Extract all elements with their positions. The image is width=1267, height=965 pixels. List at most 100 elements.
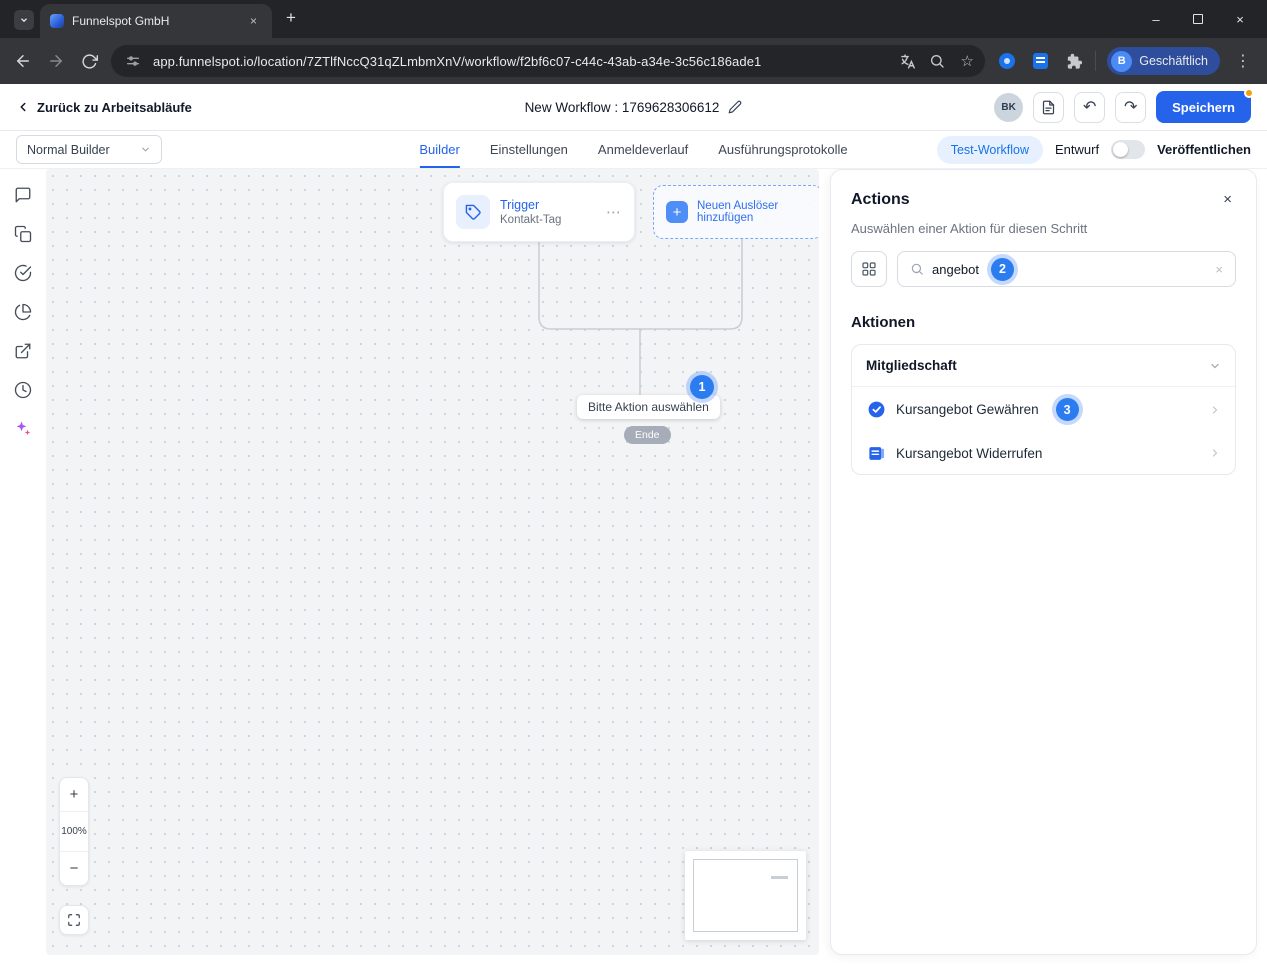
back-to-workflows-link[interactable]: Zurück zu Arbeitsabläufe bbox=[16, 100, 192, 115]
new-tab-button[interactable]: + bbox=[280, 8, 302, 28]
test-workflow-button[interactable]: Test-Workflow bbox=[936, 135, 1043, 164]
zoom-in-button[interactable]: + bbox=[60, 778, 88, 811]
comments-icon[interactable] bbox=[14, 186, 32, 204]
builder-mode-select[interactable]: Normal Builder bbox=[16, 135, 162, 164]
window-close-button[interactable]: × bbox=[1219, 0, 1261, 38]
panel-close-icon[interactable]: × bbox=[1219, 189, 1236, 210]
tab-title: Funnelspot GmbH bbox=[72, 14, 170, 28]
subnav-right: Test-Workflow Entwurf Veröffentlichen bbox=[936, 135, 1251, 164]
edit-pencil-icon[interactable] bbox=[728, 100, 742, 114]
redo-button[interactable]: ↷ bbox=[1115, 91, 1147, 123]
browser-titlebar: Funnelspot GmbH × + – × bbox=[0, 0, 1267, 38]
check-circle-icon[interactable] bbox=[14, 264, 32, 282]
blue-dot-icon bbox=[999, 53, 1016, 69]
address-bar[interactable]: app.funnelspot.io/location/7ZTlfNccQ31qZ… bbox=[111, 45, 986, 77]
browser-menu-icon[interactable]: ⋮ bbox=[1231, 51, 1255, 71]
extension-blue-dot-icon[interactable] bbox=[996, 50, 1018, 72]
actions-section-title: Aktionen bbox=[851, 314, 916, 331]
trigger-node[interactable]: Trigger Kontakt-Tag ⋯ bbox=[443, 182, 635, 242]
bookmark-star-icon[interactable]: ☆ bbox=[957, 51, 977, 71]
undo-button[interactable]: ↶ bbox=[1074, 91, 1106, 123]
back-icon[interactable] bbox=[12, 50, 34, 72]
extensions-puzzle-icon[interactable] bbox=[1062, 50, 1084, 72]
zoom-out-button[interactable]: − bbox=[60, 852, 88, 885]
window-minimize-button[interactable]: – bbox=[1135, 0, 1177, 38]
zoom-search-icon[interactable] bbox=[927, 51, 947, 71]
action-item-kursangebot-gewaehren[interactable]: Kursangebot Gewähren 3 bbox=[852, 387, 1235, 432]
forward-icon[interactable] bbox=[45, 50, 67, 72]
publish-toggle[interactable] bbox=[1111, 140, 1146, 159]
chevron-right-icon bbox=[1209, 447, 1221, 459]
draft-label: Entwurf bbox=[1055, 142, 1100, 157]
panel-subtitle: Auswählen einer Aktion für diesen Schrit… bbox=[851, 221, 1088, 236]
minimap-node-marker bbox=[771, 876, 788, 879]
grid-icon bbox=[862, 262, 876, 276]
workflow-title: New Workflow : 1769628306612 bbox=[525, 100, 743, 115]
add-trigger-label: Neuen Auslöser hinzufügen bbox=[697, 200, 779, 224]
panel-header: Actions × bbox=[831, 170, 1256, 210]
fit-view-button[interactable] bbox=[59, 905, 89, 935]
history-clock-icon[interactable] bbox=[14, 381, 32, 399]
tutorial-step-2-badge: 2 bbox=[991, 257, 1014, 281]
zoom-level: 100% bbox=[60, 811, 88, 852]
tab-einstellungen[interactable]: Einstellungen bbox=[490, 131, 568, 168]
profile-avatar: B bbox=[1111, 50, 1133, 72]
user-avatar[interactable]: BK bbox=[994, 92, 1024, 122]
membership-group-header[interactable]: Mitgliedschaft bbox=[852, 345, 1235, 387]
action-search-row: angebot 2 × bbox=[831, 236, 1256, 287]
tutorial-step-1-badge: 1 bbox=[690, 375, 714, 399]
translate-icon[interactable] bbox=[897, 51, 917, 71]
left-icon-rail bbox=[0, 169, 46, 964]
node-menu-icon[interactable]: ⋯ bbox=[606, 203, 622, 221]
action-item-label: Kursangebot Widerrufen bbox=[896, 445, 1043, 461]
tag-icon bbox=[456, 195, 490, 229]
save-button[interactable]: Speichern bbox=[1156, 88, 1254, 123]
trigger-subtitle: Kontakt-Tag bbox=[500, 214, 562, 226]
external-link-icon[interactable] bbox=[14, 342, 32, 360]
browser-tab[interactable]: Funnelspot GmbH × bbox=[40, 4, 272, 38]
screen: Funnelspot GmbH × + – × app.funnelspot.i… bbox=[0, 0, 1267, 965]
chevron-down-icon bbox=[141, 147, 149, 152]
category-grid-button[interactable] bbox=[851, 251, 887, 287]
workflow-canvas[interactable]: Trigger Kontakt-Tag ⋯ + Neuen Auslöser h… bbox=[46, 169, 819, 955]
documents-icon[interactable] bbox=[14, 225, 32, 243]
browser-toolbar: app.funnelspot.io/location/7ZTlfNccQ31qZ… bbox=[0, 38, 1267, 84]
window-controls: – × bbox=[1135, 0, 1261, 38]
tab-anmeldeverlauf[interactable]: Anmeldeverlauf bbox=[598, 131, 688, 168]
browser-profile-chip[interactable]: B Geschäftlich bbox=[1107, 47, 1220, 75]
plus-icon: + bbox=[666, 201, 688, 223]
save-label: Speichern bbox=[1172, 99, 1235, 115]
tab-close-icon[interactable]: × bbox=[245, 13, 262, 29]
reload-icon[interactable] bbox=[78, 50, 100, 72]
url-text: app.funnelspot.io/location/7ZTlfNccQ31qZ… bbox=[153, 53, 762, 69]
tutorial-step-3-badge: 3 bbox=[1055, 398, 1079, 421]
tab-list-chevron-icon[interactable] bbox=[14, 10, 34, 30]
action-item-kursangebot-widerrufen[interactable]: Kursangebot Widerrufen bbox=[852, 432, 1235, 474]
actions-panel: Actions × Auswählen einer Aktion für die… bbox=[830, 169, 1257, 955]
pie-chart-icon[interactable] bbox=[14, 303, 32, 321]
tab-ausfuehrungsprotokolle[interactable]: Ausführungsprotokolle bbox=[718, 131, 847, 168]
minimap[interactable] bbox=[685, 851, 806, 940]
extension-doc-icon[interactable] bbox=[1029, 50, 1051, 72]
clear-search-icon[interactable]: × bbox=[1215, 262, 1223, 277]
search-icon bbox=[911, 263, 923, 275]
workflow-tabs: Builder Einstellungen Anmeldeverlauf Aus… bbox=[419, 131, 848, 168]
end-node: Ende bbox=[624, 426, 671, 444]
action-search-input[interactable]: angebot 2 × bbox=[897, 251, 1236, 287]
window-maximize-button[interactable] bbox=[1177, 0, 1219, 38]
builder-mode-value: Normal Builder bbox=[27, 142, 110, 157]
membership-group: Mitgliedschaft Kursangebot Gewähren 3 Ku… bbox=[851, 344, 1236, 475]
profile-label: Geschäftlich bbox=[1139, 54, 1208, 68]
add-trigger-button[interactable]: + Neuen Auslöser hinzufügen bbox=[653, 185, 819, 239]
revoke-offer-icon bbox=[866, 443, 886, 463]
app-header: Zurück zu Arbeitsabläufe New Workflow : … bbox=[0, 84, 1267, 131]
notes-button[interactable] bbox=[1033, 91, 1065, 123]
publish-label: Veröffentlichen bbox=[1157, 142, 1251, 157]
ai-sparkles-icon[interactable] bbox=[14, 420, 32, 438]
blue-doc-icon bbox=[1032, 53, 1048, 69]
workflow-title-text: New Workflow : 1769628306612 bbox=[524, 99, 720, 115]
tab-builder[interactable]: Builder bbox=[419, 131, 460, 168]
header-actions: BK ↶ ↷ Speichern bbox=[994, 88, 1254, 123]
site-info-icon[interactable] bbox=[123, 51, 143, 71]
expand-icon bbox=[68, 914, 80, 926]
